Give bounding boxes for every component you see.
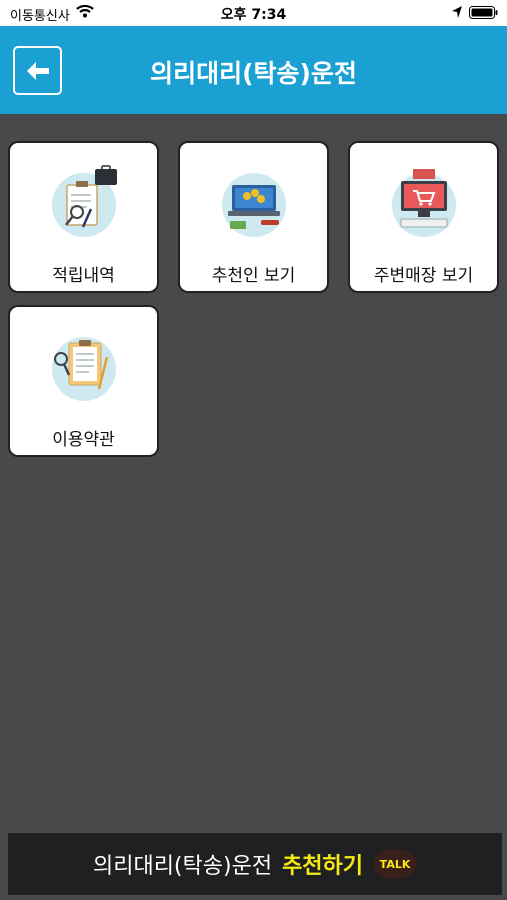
menu-tile-points-history[interactable]: 적립내역 xyxy=(8,141,159,293)
banner-app-name: 의리대리(탁송)운전 xyxy=(92,854,273,879)
online-shop-icon xyxy=(392,169,456,237)
recommend-banner[interactable]: 의리대리(탁송)운전 추천하기 TALK xyxy=(8,833,502,895)
menu-tile-nearby-stores[interactable]: 주변매장 보기 xyxy=(348,141,499,293)
kakaotalk-icon: TALK xyxy=(373,849,418,879)
recommend-button-label: 추천하기 xyxy=(282,854,364,879)
menu-tile-referrers[interactable]: 추천인 보기 xyxy=(178,141,329,293)
menu-tile-terms[interactable]: 이용약관 xyxy=(8,305,159,457)
battery-icon xyxy=(469,6,498,19)
page-title: 의리대리(탁송)운전 xyxy=(150,59,357,88)
menu-tile-label: 주변매장 보기 xyxy=(373,266,474,286)
location-arrow-icon xyxy=(452,6,462,18)
status-bar: 이동통신사 오후 7:34 xyxy=(0,0,507,26)
clipboard-briefcase-icon xyxy=(52,165,117,237)
laptop-coins-icon xyxy=(222,173,286,237)
app-header: 의리대리(탁송)운전 xyxy=(0,26,507,114)
clock: 오후 7:34 xyxy=(220,7,287,23)
menu-tile-label: 추천인 보기 xyxy=(211,266,296,286)
document-magnifier-icon xyxy=(52,337,116,401)
menu-tile-label: 적립내역 xyxy=(52,266,115,286)
menu-tile-label: 이용약관 xyxy=(52,430,115,450)
